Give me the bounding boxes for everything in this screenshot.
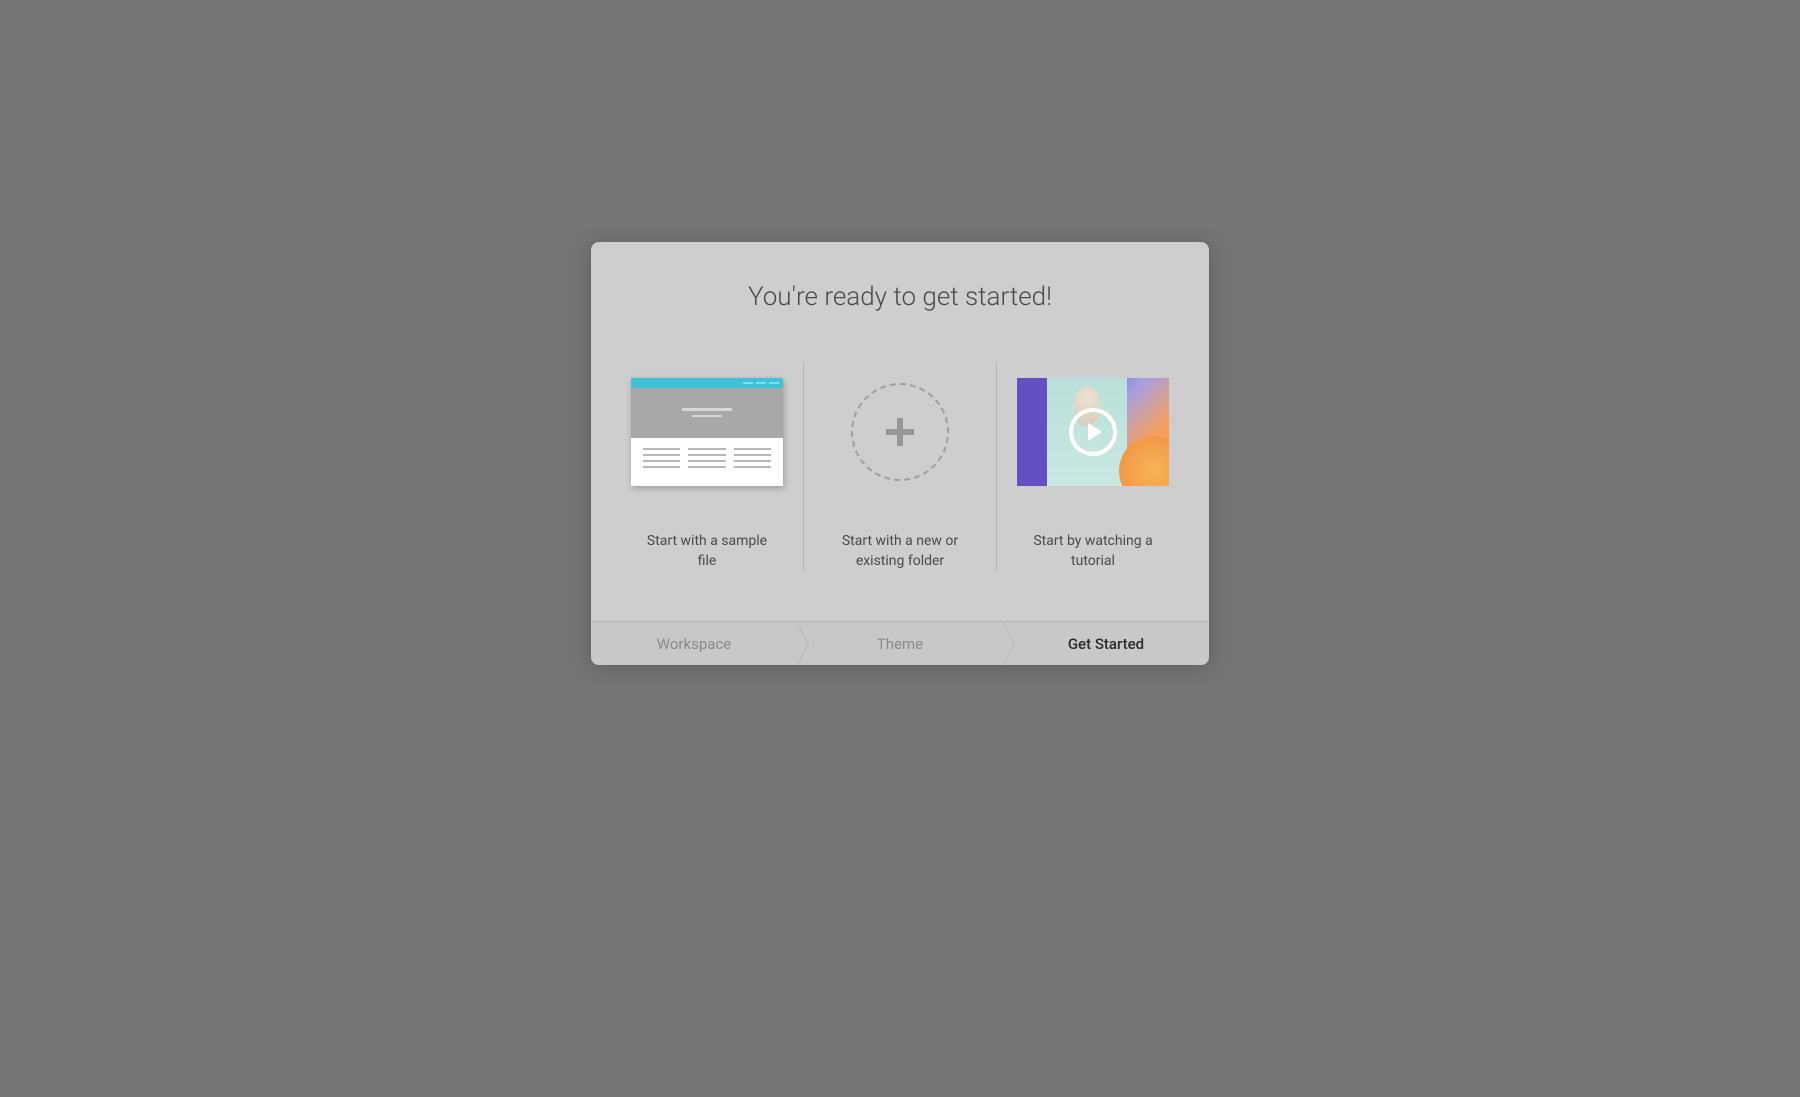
step-theme[interactable]: Theme [797, 622, 1003, 665]
modal-footer-steps: Workspace Theme Get Started [591, 621, 1209, 665]
step-workspace[interactable]: Workspace [591, 622, 797, 665]
option-sample-file-label: Start with a sample file [637, 532, 777, 571]
sample-file-illustration [626, 362, 788, 502]
tutorial-illustration [1012, 362, 1174, 502]
play-icon [1069, 408, 1117, 456]
new-folder-illustration [819, 362, 981, 502]
modal-content: You're ready to get started! [591, 242, 1209, 621]
option-new-folder[interactable]: Start with a new or existing folder [804, 362, 997, 571]
option-tutorial[interactable]: Start by watching a tutorial [997, 362, 1189, 571]
plus-circle-icon [851, 383, 949, 481]
option-new-folder-label: Start with a new or existing folder [830, 532, 970, 571]
plus-icon [882, 414, 918, 450]
option-tutorial-label: Start by watching a tutorial [1023, 532, 1163, 571]
step-get-started[interactable]: Get Started [1003, 622, 1209, 665]
video-thumbnail-icon [1017, 378, 1169, 486]
option-sample-file[interactable]: Start with a sample file [611, 362, 804, 571]
onboarding-modal: You're ready to get started! [591, 242, 1209, 665]
step-workspace-label: Workspace [657, 635, 731, 653]
sample-file-icon [631, 378, 783, 486]
step-get-started-label: Get Started [1068, 635, 1144, 653]
modal-title: You're ready to get started! [611, 282, 1189, 312]
options-row: Start with a sample file Start with a ne… [611, 362, 1189, 571]
step-theme-label: Theme [877, 635, 923, 653]
